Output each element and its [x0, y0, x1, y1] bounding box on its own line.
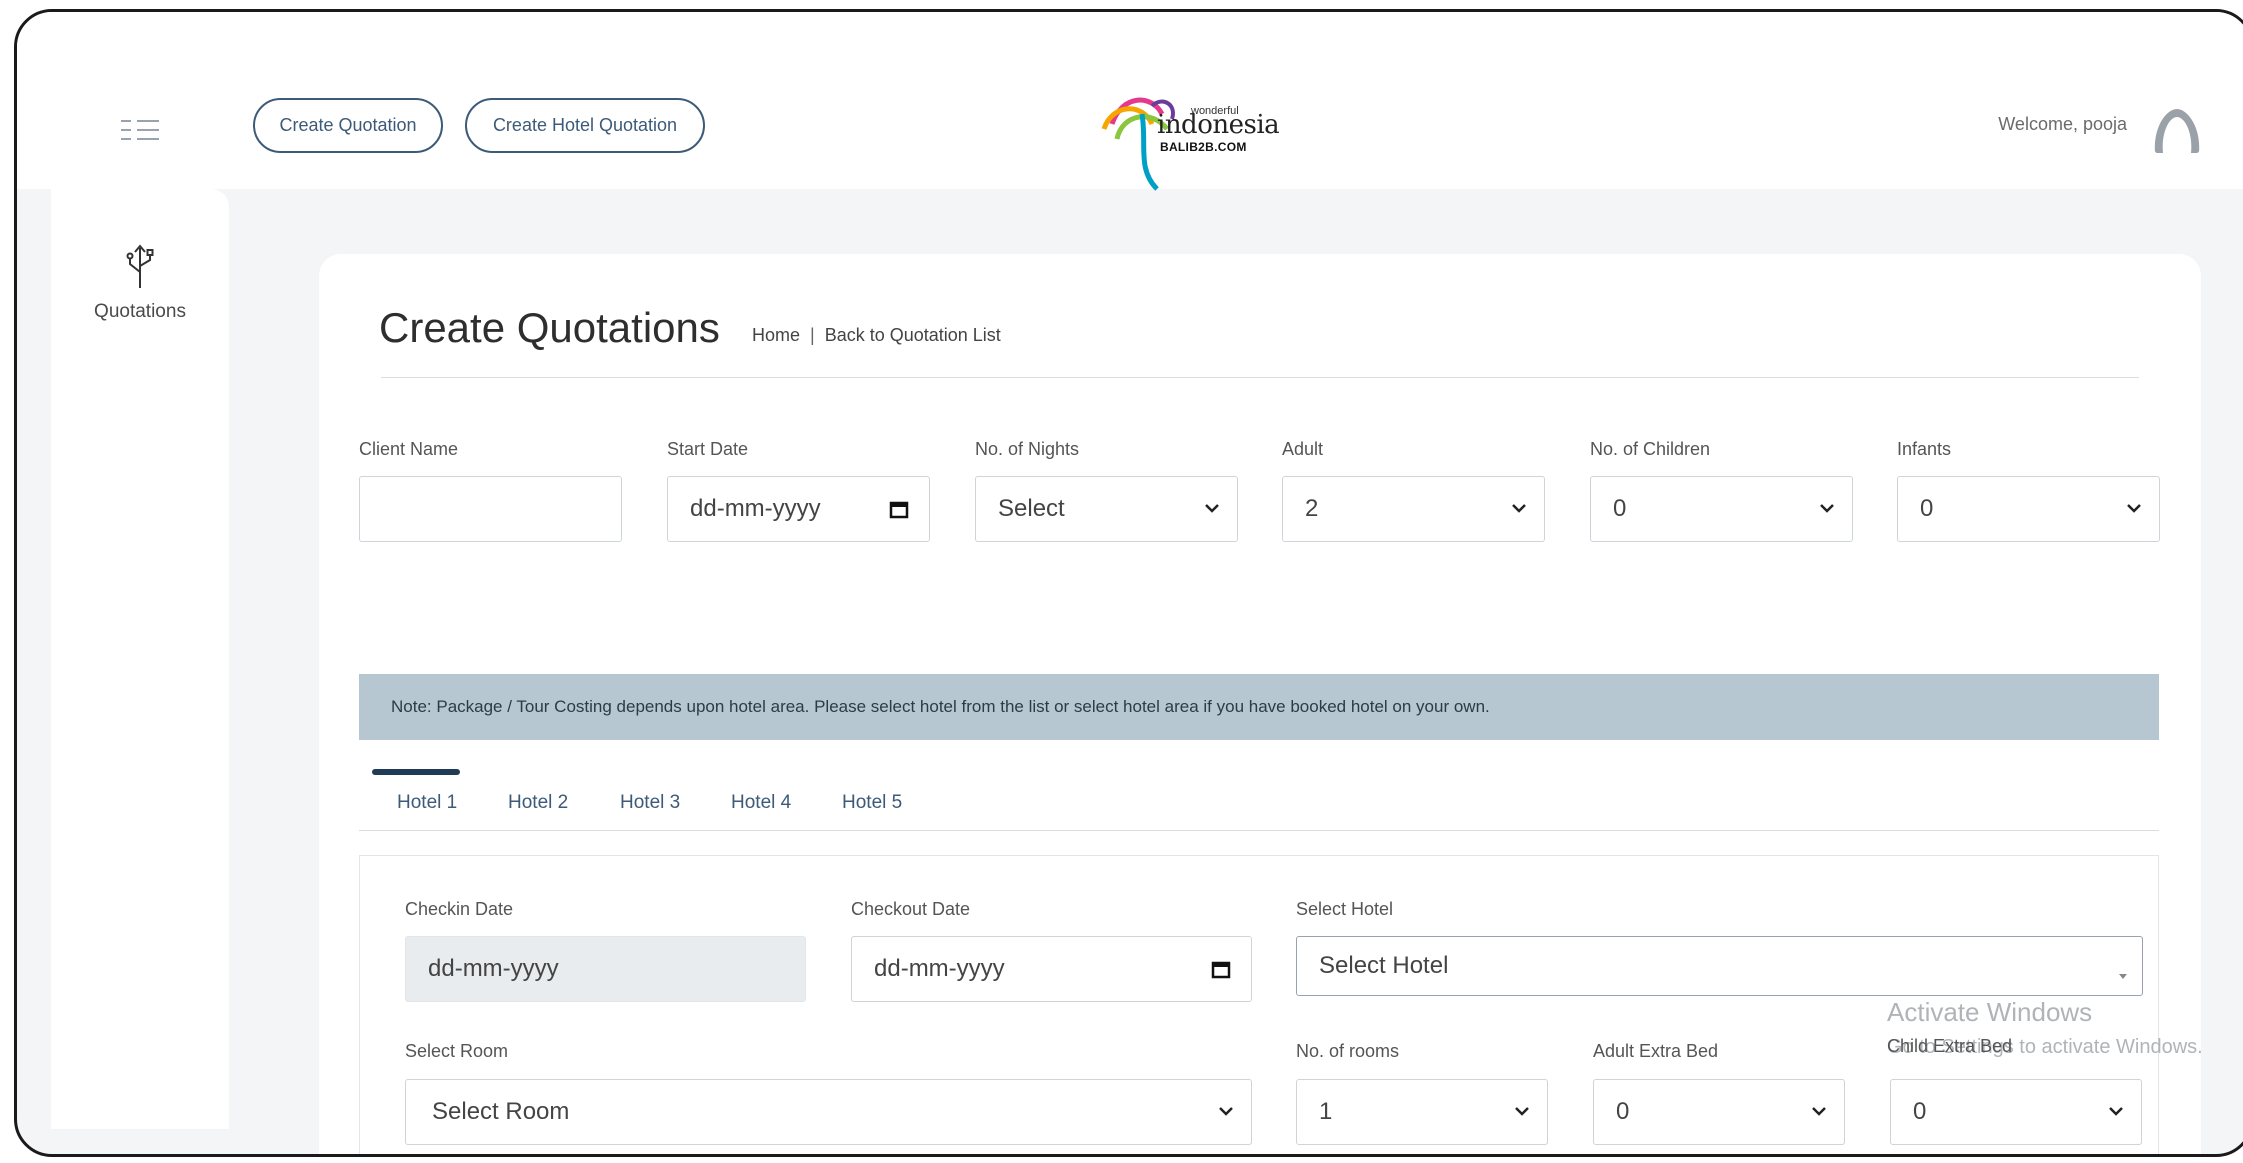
breadcrumb-separator: | [810, 325, 815, 345]
sidebar: Quotations [51, 189, 229, 1129]
child-extra-bed-value: 0 [1913, 1098, 1927, 1125]
sidebar-item-quotations[interactable]: Quotations [51, 244, 229, 323]
breadcrumb-back-link[interactable]: Back to Quotation List [825, 325, 1001, 345]
checkout-label: Checkout Date [851, 899, 971, 919]
start-date-input[interactable]: dd-mm-yyyy [667, 476, 930, 542]
adult-label: Adult [1282, 439, 1324, 459]
adult-extra-bed-value: 0 [1616, 1098, 1630, 1125]
top-navbar: Create Quotation Create Hotel Quotation … [17, 12, 2243, 191]
start-date-label: Start Date [667, 439, 749, 459]
checkout-value: dd-mm-yyyy [874, 955, 1005, 982]
active-tab-indicator [372, 769, 460, 775]
chevron-down-icon [2109, 1107, 2123, 1116]
tab-hotel-1[interactable]: Hotel 1 [397, 792, 457, 814]
rooms-label: No. of rooms [1296, 1041, 1400, 1061]
infants-value: 0 [1920, 495, 1934, 522]
logo-url: BALIB2B.COM [1160, 140, 1247, 154]
tab-hotel-2[interactable]: Hotel 2 [508, 792, 568, 814]
avatar-icon [2147, 101, 2207, 161]
chevron-down-icon [1205, 504, 1219, 513]
caret-down-icon [2119, 974, 2127, 979]
checkout-date-input[interactable]: dd-mm-yyyy [851, 936, 1252, 1002]
adult-select[interactable]: 2 [1282, 476, 1545, 542]
tab-hotel-5[interactable]: Hotel 5 [842, 792, 902, 814]
children-value: 0 [1613, 495, 1627, 522]
user-avatar[interactable] [2147, 101, 2207, 161]
chevron-down-icon [1812, 1107, 1826, 1116]
infants-select[interactable]: 0 [1897, 476, 2160, 542]
select-hotel-value: Select Hotel [1319, 952, 1449, 979]
usb-icon [126, 244, 154, 288]
infants-label: Infants [1897, 439, 1952, 459]
chevron-down-icon [1219, 1107, 1233, 1116]
chevron-down-icon [1515, 1107, 1529, 1116]
calendar-icon[interactable] [1211, 959, 1231, 979]
select-room-value: Select Room [432, 1098, 570, 1125]
child-extra-bed-select[interactable]: 0 [1890, 1079, 2142, 1145]
costing-note: Note: Package / Tour Costing depends upo… [359, 674, 2159, 740]
client-name-input[interactable] [359, 476, 622, 542]
tabs-divider [359, 830, 2159, 831]
nights-value: Select [998, 495, 1065, 522]
tab-hotel-3[interactable]: Hotel 3 [620, 792, 680, 814]
client-name-label: Client Name [359, 439, 459, 459]
child-extra-bed-label: Child Extra Bed [1887, 1036, 2013, 1056]
activate-windows-watermark: Activate Windows [1887, 997, 2093, 1027]
adult-extra-bed-label: Adult Extra Bed [1593, 1041, 1719, 1061]
page-title: Create Quotations [379, 304, 720, 351]
rooms-select[interactable]: 1 [1296, 1079, 1548, 1145]
breadcrumb-home-link[interactable]: Home [752, 325, 800, 345]
tab-hotel-4[interactable]: Hotel 4 [731, 792, 791, 814]
start-date-value: dd-mm-yyyy [690, 495, 821, 522]
children-label: No. of Children [1590, 439, 1711, 459]
adult-extra-bed-select[interactable]: 0 [1593, 1079, 1845, 1145]
checkin-label: Checkin Date [405, 899, 514, 919]
app-window: Create Quotation Create Hotel Quotation … [14, 9, 2243, 1157]
adult-value: 2 [1305, 495, 1319, 522]
select-room-label: Select Room [405, 1041, 509, 1061]
rooms-value: 1 [1319, 1098, 1333, 1125]
create-hotel-quotation-button[interactable]: Create Hotel Quotation [465, 98, 705, 153]
calendar-icon[interactable] [889, 499, 909, 519]
chevron-down-icon [2127, 504, 2141, 513]
select-hotel-label: Select Hotel [1296, 899, 1394, 919]
select-room-dropdown[interactable]: Select Room [405, 1079, 1252, 1145]
chevron-down-icon [1512, 504, 1526, 513]
create-quotation-button[interactable]: Create Quotation [253, 98, 443, 153]
menu-toggle-icon[interactable] [121, 118, 161, 144]
logo-wordmark: indonesia [1157, 110, 1280, 140]
chevron-down-icon [1820, 504, 1834, 513]
select-hotel-dropdown[interactable]: Select Hotel [1296, 936, 2143, 996]
sidebar-item-label: Quotations [94, 301, 186, 322]
nights-select[interactable]: Select [975, 476, 1238, 542]
children-select[interactable]: 0 [1590, 476, 1853, 542]
checkin-value: dd-mm-yyyy [428, 955, 559, 982]
welcome-text: Welcome, pooja [1998, 114, 2127, 134]
breadcrumb: Home | Back to Quotation List [752, 325, 1001, 346]
checkin-date-input: dd-mm-yyyy [405, 936, 806, 1002]
title-divider [381, 377, 2139, 378]
nights-label: No. of Nights [975, 439, 1080, 459]
